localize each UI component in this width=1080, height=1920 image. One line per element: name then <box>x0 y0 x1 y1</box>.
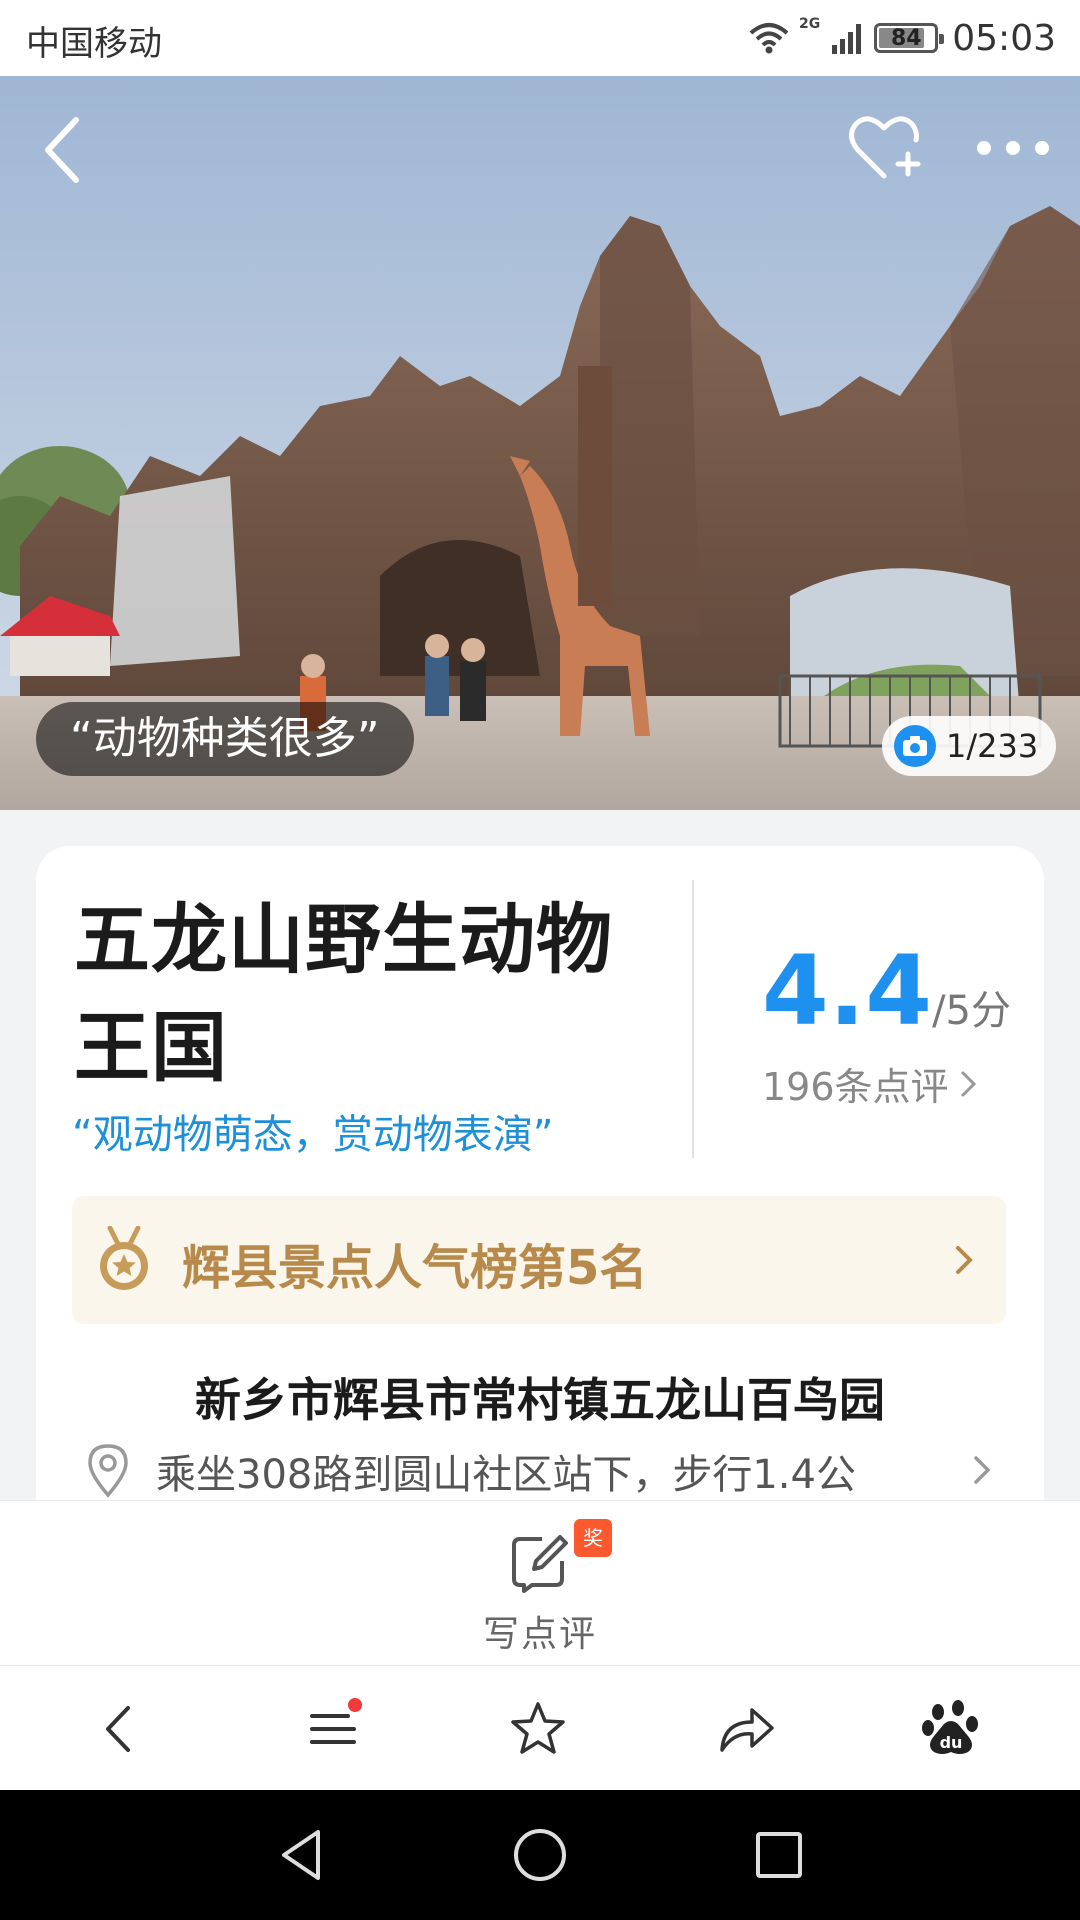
chevron-right-icon[interactable] <box>964 1450 1000 1490</box>
rating-block[interactable]: 4.4/5分 <box>762 936 1022 1046</box>
share-icon[interactable] <box>712 1696 778 1762</box>
transit-directions[interactable]: 乘坐308路到圆山社区站下，步行1.4公 <box>156 1442 946 1500</box>
menu-button[interactable] <box>300 1696 366 1762</box>
location-pin-icon <box>88 1444 128 1498</box>
notification-dot <box>348 1698 362 1712</box>
status-icons: 2G 84 05:03 <box>749 14 1056 62</box>
star-icon[interactable] <box>505 1696 571 1762</box>
review-count: 196条点评 <box>762 1065 949 1109</box>
attraction-info-card: 五龙山野生动物王国 “观动物萌态，赏动物表演” 4.4/5分 196条点评 辉县… <box>36 846 1044 1606</box>
nav-back-icon[interactable] <box>270 1822 336 1888</box>
write-review-bar: 奖 写点评 <box>0 1500 1080 1666</box>
signal-icon <box>832 24 862 54</box>
wifi-icon <box>749 23 789 54</box>
svg-text:du: du <box>940 1733 963 1752</box>
attraction-title: 五龙山野生动物王国 <box>74 895 613 1092</box>
carrier-name: 中国移动 <box>26 24 162 64</box>
ranking-text: 辉县景点人气榜第5名 <box>182 1240 648 1296</box>
status-bar: 中国移动 2G 84 05:03 <box>0 0 1080 76</box>
battery-indicator: 84 <box>874 23 945 53</box>
chevron-right-icon <box>956 1246 973 1274</box>
back-icon[interactable] <box>34 110 94 190</box>
address-title[interactable]: 新乡市辉县市常村镇五龙山百鸟园 <box>36 1364 1044 1430</box>
favorite-add-icon[interactable] <box>844 108 924 188</box>
hero-top-bar <box>0 76 1080 206</box>
edit-icon <box>512 1535 568 1593</box>
camera-icon <box>894 725 936 767</box>
reward-badge: 奖 <box>574 1519 612 1557</box>
nav-recents-icon[interactable] <box>746 1822 812 1888</box>
medal-icon <box>100 1226 148 1290</box>
hero-photo[interactable]: “动物种类很多” 1/233 <box>0 76 1080 810</box>
system-nav-bar <box>0 1790 1080 1920</box>
review-quote-pill[interactable]: “动物种类很多” <box>36 702 414 776</box>
attraction-slogan: “观动物萌态，赏动物表演” <box>72 1112 554 1158</box>
review-count-link[interactable]: 196条点评 <box>762 1056 979 1111</box>
rating-max: /5分 <box>932 988 1011 1034</box>
vertical-divider <box>692 880 694 1158</box>
ranking-banner[interactable]: 辉县景点人气榜第5名 <box>72 1196 1006 1324</box>
rating-score: 4.4 <box>762 935 933 1047</box>
screen: 中国移动 2G 84 05:03 “动物种类很多” 1/233 五龙山野生动物王… <box>0 0 1080 1920</box>
baidu-paw-icon[interactable]: du <box>918 1696 984 1762</box>
back-icon[interactable] <box>88 1696 154 1762</box>
clock: 05:03 <box>952 17 1056 59</box>
write-review-button[interactable]: 奖 写点评 <box>470 1519 612 1655</box>
browser-toolbar: du <box>0 1666 1080 1790</box>
more-icon[interactable] <box>968 118 1058 178</box>
nav-home-icon[interactable] <box>507 1822 573 1888</box>
chevron-right-icon <box>961 1071 976 1096</box>
write-review-label: 写点评 <box>482 1614 597 1655</box>
network-type: 2G <box>799 16 821 32</box>
battery-level: 84 <box>890 25 922 51</box>
photo-counter[interactable]: 1/233 <box>882 716 1057 776</box>
photo-counter-text: 1/233 <box>946 727 1039 765</box>
